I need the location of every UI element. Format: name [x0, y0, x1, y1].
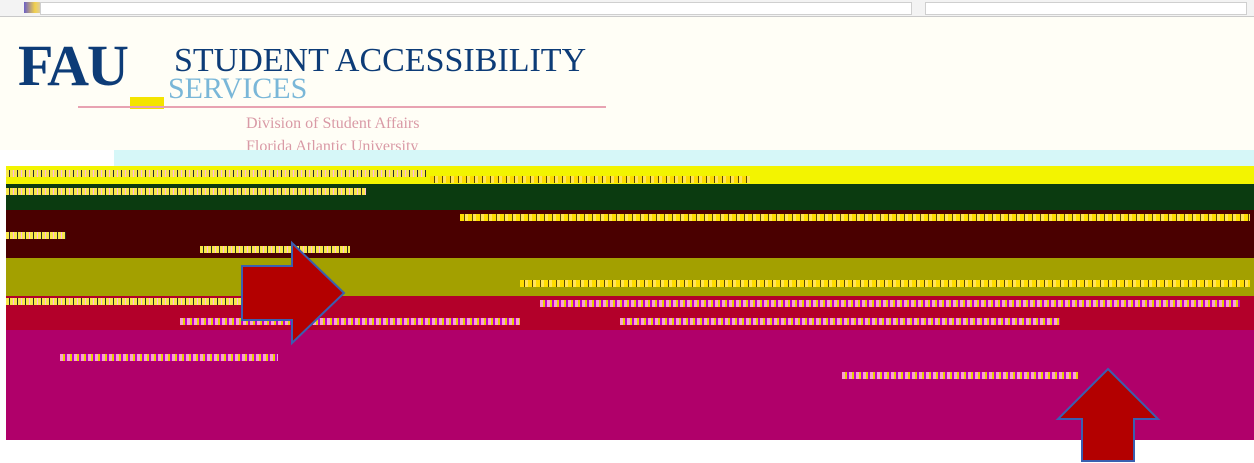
corrupted-menu-text	[460, 214, 1250, 221]
corrupted-menu-text	[620, 318, 1060, 325]
corrupted-menu-text	[180, 318, 520, 325]
site-header: FAU STUDENT ACCESSIBILITY SERVICES Divis…	[0, 17, 1254, 155]
corrupted-menu-text	[6, 298, 246, 305]
nav-dropdown-row[interactable]	[6, 258, 1254, 296]
header-divider	[78, 106, 606, 108]
browser-toolbar	[0, 0, 1254, 17]
fau-logo[interactable]: FAU	[18, 37, 129, 95]
arrow-right-icon	[241, 240, 346, 346]
corrupted-content-text	[842, 372, 1078, 379]
browser-search-field[interactable]	[925, 2, 1247, 15]
site-title-secondary: SERVICES	[168, 72, 308, 105]
corrupted-content-text	[60, 354, 278, 361]
corrupted-menu-text	[6, 232, 66, 239]
division-label: Division of Student Affairs	[246, 115, 420, 132]
corrupted-nav-text	[6, 188, 366, 195]
corrupted-menu-text	[540, 300, 1240, 307]
corrupted-nav-text	[430, 176, 750, 183]
arrow-up-icon	[1055, 367, 1161, 462]
corrupted-nav-text	[6, 170, 426, 177]
corrupted-menu-text	[520, 280, 1250, 287]
nav-top-strip	[114, 150, 1254, 166]
address-bar[interactable]	[40, 2, 912, 15]
